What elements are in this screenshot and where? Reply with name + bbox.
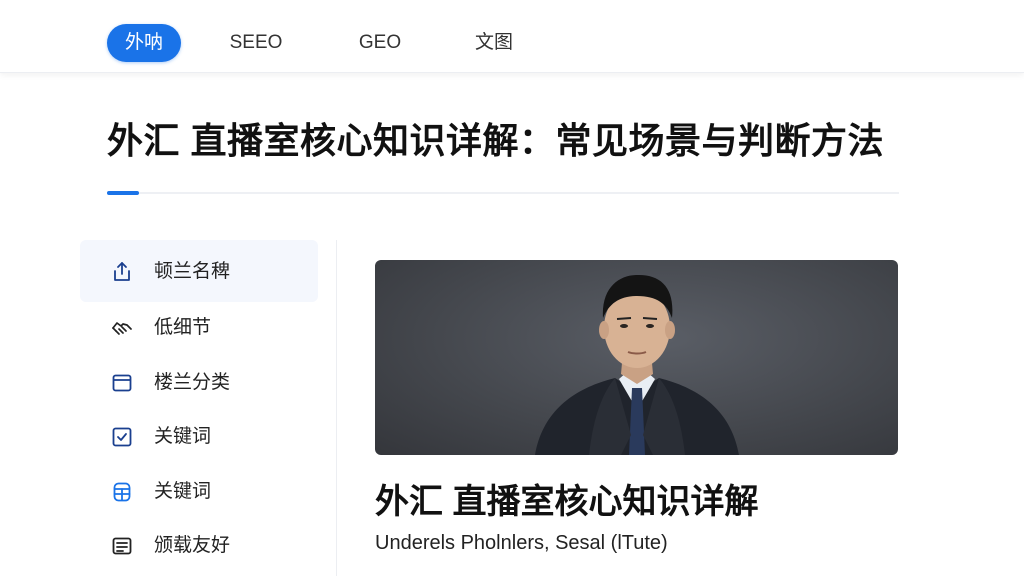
handshake-icon (110, 316, 134, 340)
sidebar-separator (336, 240, 337, 576)
sidebar-item-3[interactable]: 楼兰分类 (80, 351, 318, 413)
share-upload-icon (110, 260, 134, 284)
article-title: 外汇 直播室核心知识详解 (375, 483, 759, 521)
top-navigation-bar: 外呐 SEEO GEO 文图 (0, 0, 1024, 73)
sidebar-item-1[interactable]: 顿兰名稗 (80, 240, 318, 302)
sidebar-item-2[interactable]: 低细节 (80, 296, 318, 358)
title-divider-accent (107, 191, 139, 195)
person-portrait (535, 274, 739, 455)
title-divider (107, 192, 899, 194)
page-title: 外汇 直播室核心知识详解：常见场景与判断方法 (107, 120, 885, 161)
sidebar-item-label: 关键词 (154, 426, 212, 447)
tab-wentu[interactable]: 文图 (466, 24, 522, 62)
tab-seeo[interactable]: SEEO (222, 24, 290, 62)
sidebar-item-label: 颁载友好 (154, 535, 231, 556)
sidebar-item-label: 楼兰分类 (154, 372, 231, 393)
database-icon (110, 480, 134, 504)
sidebar-item-label: 低细节 (154, 317, 212, 338)
article-hero-image (375, 260, 898, 455)
tab-waina[interactable]: 外呐 (107, 24, 181, 62)
tab-geo[interactable]: GEO (350, 24, 410, 62)
document-icon (110, 534, 134, 558)
article-subtitle: Underels Pholnlers, Sesal (lTute) (375, 532, 668, 554)
sidebar: 顿兰名稗 低细节 楼兰分类 关键词 关键词 颁载友好 (80, 240, 318, 576)
sidebar-item-label: 顿兰名稗 (154, 261, 231, 282)
sidebar-item-6[interactable]: 颁载友好 (80, 514, 318, 576)
folder-icon (110, 371, 134, 395)
sidebar-item-5[interactable]: 关键词 (80, 460, 318, 522)
sidebar-item-label: 关键词 (154, 481, 212, 502)
sidebar-item-4[interactable]: 关键词 (80, 405, 318, 467)
checkbox-icon (110, 425, 134, 449)
